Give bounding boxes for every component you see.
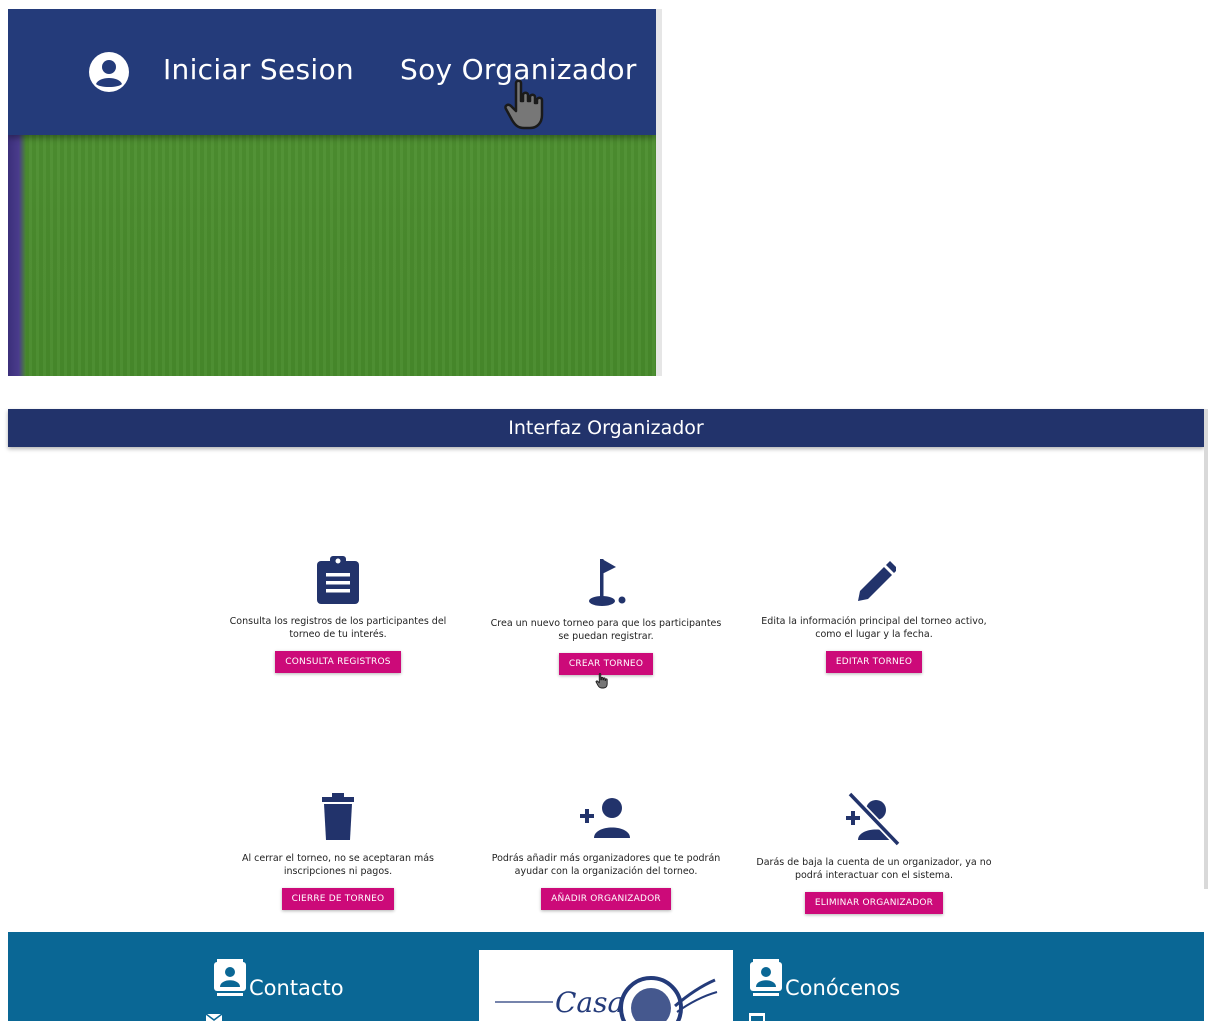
hand-cursor-icon [504, 79, 544, 130]
pencil-icon [858, 561, 896, 601]
card-description: Darás de baja la cuenta de un organizado… [756, 857, 992, 881]
hero-edge [8, 135, 26, 376]
cierre-torneo-button[interactable]: CIERRE DE TORNEO [281, 888, 395, 910]
card-description: Crea un nuevo torneo para que los partic… [490, 618, 722, 642]
page-scrollbar[interactable] [1204, 409, 1208, 889]
clipboard-icon [317, 556, 359, 604]
page-header: Interfaz Organizador [8, 409, 1204, 447]
user-circle-icon[interactable] [88, 51, 130, 93]
eliminar-organizador-button[interactable]: ELIMINAR ORGANIZADOR [804, 892, 944, 914]
zoomed-nav-inset: Iniciar Sesion Soy Organizador [8, 9, 662, 376]
card-description: Edita la información principal del torne… [761, 616, 987, 640]
card-eliminar-organizador: Darás de baja la cuenta de un organizado… [749, 792, 999, 914]
card-consulta-registros: Consulta los registros de los participan… [213, 555, 463, 673]
mail-icon [206, 1014, 222, 1021]
hand-cursor-icon [595, 673, 608, 689]
contact-heading: Contacto [249, 976, 344, 1000]
anadir-organizador-button[interactable]: AÑADIR ORGANIZADOR [541, 888, 671, 910]
card-anadir-organizador: Podrás añadir más organizadores que te p… [481, 792, 731, 910]
card-description: Al cerrar el torneo, no se aceptaran más… [241, 853, 435, 877]
inset-scrollbar[interactable] [656, 9, 662, 376]
logo-text: Casa [555, 986, 625, 1019]
calendar-icon [749, 1013, 765, 1021]
crear-torneo-button[interactable]: CREAR TORNEO [558, 653, 654, 675]
trash-icon [322, 793, 354, 840]
footer: Contacto Casa Conócenos [8, 932, 1204, 1021]
about-heading: Conócenos [785, 976, 901, 1000]
company-logo: Casa [479, 950, 733, 1021]
golf-flag-icon [589, 559, 626, 606]
person-remove-icon [846, 792, 901, 846]
login-link[interactable]: Iniciar Sesion [163, 53, 354, 86]
card-cierre-torneo: Al cerrar el torneo, no se aceptaran más… [213, 792, 463, 910]
hero-grass-background [8, 135, 656, 376]
contact-card-icon [214, 959, 246, 996]
editar-torneo-button[interactable]: EDITAR TORNEO [825, 651, 923, 673]
card-editar-torneo: Edita la información principal del torne… [749, 555, 999, 673]
consulta-registros-button[interactable]: CONSULTA REGISTROS [275, 651, 401, 673]
page-title: Interfaz Organizador [508, 417, 704, 439]
card-description: Podrás añadir más organizadores que te p… [491, 853, 721, 877]
person-add-icon [580, 798, 630, 838]
card-description: Consulta los registros de los participan… [229, 616, 447, 640]
card-crear-torneo: Crea un nuevo torneo para que los partic… [481, 555, 731, 675]
about-card-icon [750, 959, 782, 996]
